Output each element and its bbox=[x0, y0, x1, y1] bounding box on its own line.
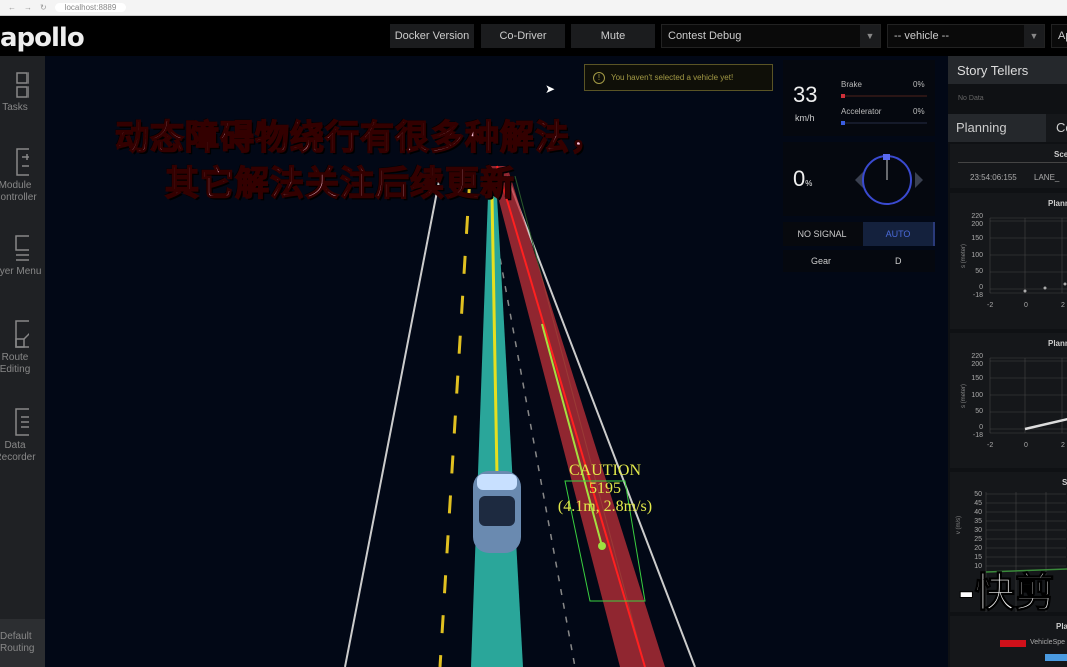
grid-icon bbox=[16, 72, 29, 98]
planning-chart-2: Plann s (meter) 220200150100500-18 -2 0 … bbox=[950, 333, 1067, 468]
chart-xtick: 0 bbox=[1024, 442, 1028, 449]
sidebar-item-label: Route Editing bbox=[0, 352, 31, 375]
scenario-time: 23:54:06:155 bbox=[970, 173, 1017, 182]
panel-tabs: Planning Co bbox=[948, 114, 1067, 142]
tab-control[interactable]: Co bbox=[1048, 114, 1067, 142]
turn-signal-status: NO SIGNAL bbox=[797, 229, 847, 239]
story-tellers-empty: No Data bbox=[958, 95, 984, 102]
mouse-cursor-icon: ➤ bbox=[545, 82, 556, 96]
legend-swatch bbox=[1000, 640, 1026, 647]
tab-planning[interactable]: Planning bbox=[948, 114, 1046, 142]
brake-label: Brake bbox=[841, 80, 862, 89]
chevron-down-icon: ▼ bbox=[1024, 25, 1044, 47]
gear-value: D bbox=[895, 256, 902, 266]
vehicle-select-value: -- vehicle -- bbox=[894, 30, 950, 42]
scenario-title: Sce bbox=[1054, 150, 1067, 159]
chart-xtick: -2 bbox=[987, 302, 994, 309]
accelerator-label: Accelerator bbox=[841, 107, 882, 116]
obstacle-info: (4.1m, 2.8m/s) bbox=[557, 498, 653, 515]
chart-title: Pla bbox=[1056, 622, 1067, 631]
map-select[interactable]: Ap bbox=[1051, 24, 1067, 48]
obstacle-id: 5195 bbox=[589, 480, 621, 497]
chart-xtick: 2 bbox=[1061, 442, 1065, 449]
sidebar: Tasks Module Controller Layer Menu Route… bbox=[0, 56, 45, 667]
chart-yticks: 220 200 150 100 50 0 -18 bbox=[971, 213, 983, 300]
drive-mode-badge: AUTO bbox=[863, 222, 935, 246]
chevron-down-icon: ▼ bbox=[860, 25, 880, 47]
clipboard-icon bbox=[15, 408, 29, 436]
docker-version-button[interactable]: Docker Version bbox=[390, 24, 474, 48]
planning-chart-1: Plann s (meter) 220200150100500-18 -2 0 … bbox=[950, 193, 1067, 329]
header: apollo Docker Version Co-Driver Mute Con… bbox=[0, 17, 1067, 56]
url-bar[interactable]: localhost:8889 bbox=[54, 3, 127, 12]
sidebar-item-tasks[interactable]: Tasks bbox=[0, 72, 45, 114]
apollo-logo: apollo bbox=[0, 23, 85, 53]
reload-icon[interactable]: ↻ bbox=[40, 3, 47, 12]
steering-wheel-icon bbox=[855, 154, 923, 205]
steering-panel: 0% bbox=[783, 142, 935, 216]
speed-value: 33 bbox=[793, 82, 818, 107]
sidebar-item-label: Layer Menu bbox=[0, 266, 42, 277]
legend-label: VehicleSpe bbox=[1030, 639, 1066, 646]
obstacle-center bbox=[598, 542, 606, 550]
route-icon bbox=[15, 320, 29, 348]
chart-yticks: 220 200 150 100 50 0 -18 bbox=[971, 353, 983, 440]
map-select-value: Ap bbox=[1058, 30, 1067, 42]
lane-line bbox=[344, 175, 441, 667]
speed-unit: km/h bbox=[795, 113, 815, 123]
ego-vehicle bbox=[473, 471, 521, 553]
gear-label: Gear bbox=[811, 256, 832, 266]
default-routing-button[interactable]: Default Routing bbox=[0, 619, 45, 667]
vehicle-warning: ! You haven't selected a vehicle yet! bbox=[584, 64, 773, 91]
chart-yticks: 50 45 40 35 30 25 20 15 10 bbox=[974, 491, 982, 570]
mode-select-value: Contest Debug bbox=[668, 30, 742, 42]
obstacle-trajectory bbox=[496, 165, 646, 667]
sidebar-item-route-editing[interactable]: Route Editing bbox=[0, 320, 45, 376]
watermark-logo: -快剪 bbox=[958, 570, 1056, 617]
obstacle-label: CAUTION 5195 (4.1m, 2.8m/s) bbox=[530, 462, 680, 516]
obstacle-status: CAUTION bbox=[569, 462, 641, 479]
accelerator-value: 0% bbox=[913, 107, 925, 116]
story-tellers-header[interactable]: Story Tellers bbox=[948, 56, 1067, 84]
scenario-card: Sce 23:54:06:155 LANE_ bbox=[950, 144, 1067, 188]
warning-text: You haven't selected a vehicle yet! bbox=[611, 73, 734, 82]
legend-swatch bbox=[1045, 654, 1067, 661]
accelerator-bar bbox=[841, 121, 927, 125]
mute-button[interactable]: Mute bbox=[571, 24, 655, 48]
vehicle-select[interactable]: -- vehicle -- ▼ bbox=[887, 24, 1045, 48]
planning-chart-4: Pla VehicleSpe bbox=[950, 616, 1067, 667]
sidebar-item-data-recorder[interactable]: Data Recorder bbox=[0, 408, 45, 464]
sidebar-item-layer-menu[interactable]: Layer Menu bbox=[0, 234, 45, 278]
brake-value: 0% bbox=[913, 80, 925, 89]
warning-icon: ! bbox=[593, 71, 605, 84]
forward-icon[interactable]: → bbox=[24, 3, 32, 12]
chart-ylabel: v (m/s) bbox=[956, 515, 963, 535]
browser-bar: ← → ↻ localhost:8889 bbox=[0, 0, 1067, 16]
steering-value: 0 bbox=[793, 166, 806, 191]
brake-bar bbox=[841, 94, 927, 98]
lane-line bbox=[438, 175, 472, 667]
gear-row: Gear D bbox=[783, 250, 935, 272]
sidebar-item-label: Data Recorder bbox=[0, 440, 36, 463]
back-icon[interactable]: ← bbox=[8, 3, 16, 12]
speed-panel: 33 km/h Brake 0% Accelerator 0% bbox=[783, 60, 935, 136]
co-driver-button[interactable]: Co-Driver bbox=[481, 24, 565, 48]
scenario-name: LANE_ bbox=[1034, 173, 1060, 182]
steering-unit: % bbox=[805, 179, 813, 188]
sidebar-item-label: Tasks bbox=[2, 102, 28, 113]
subtitle-line1: 动态障碍物绕行有很多种解法， bbox=[114, 117, 605, 158]
mode-select[interactable]: Contest Debug ▼ bbox=[661, 24, 881, 48]
chart-xtick: -2 bbox=[987, 442, 994, 449]
chart-xtick: 0 bbox=[1024, 302, 1028, 309]
subtitle-line2: 其它解法关注后续更新 bbox=[164, 163, 515, 204]
chart-xtick: 2 bbox=[1061, 302, 1065, 309]
signal-row: NO SIGNAL AUTO bbox=[783, 222, 935, 246]
layers-icon bbox=[15, 235, 29, 261]
